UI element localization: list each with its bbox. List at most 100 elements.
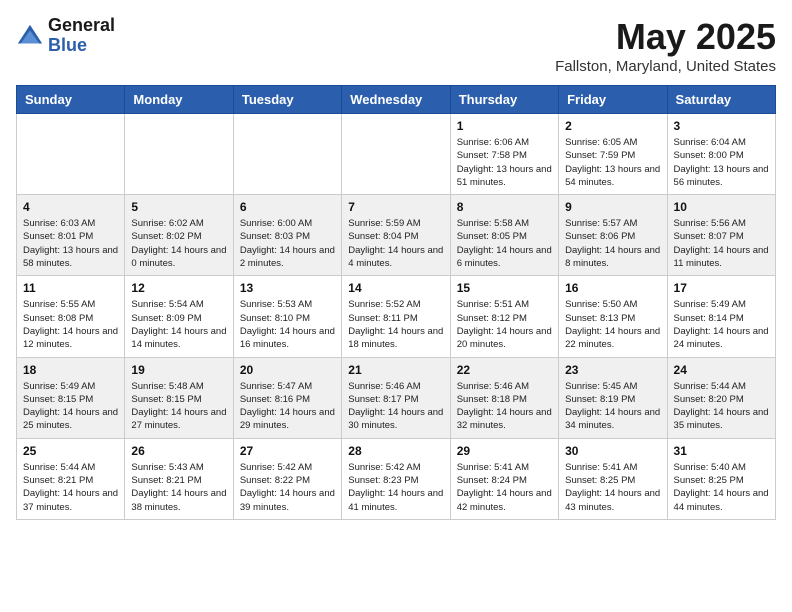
calendar-cell: 28 Sunrise: 5:42 AMSunset: 8:23 PMDayligh… (342, 438, 450, 519)
calendar-cell: 30Sunrise: 5:41 AMSunset: 8:25 PMDayligh… (559, 438, 667, 519)
calendar-cell: 25 Sunrise: 5:44 AMSunset: 8:21 PMDayligh… (17, 438, 125, 519)
location: Fallston, Maryland, United States (555, 58, 776, 75)
day-info: Sunrise: 5:55 AMSunset: 8:08 PMDaylight:… (23, 298, 118, 351)
day-number: 3 (674, 119, 769, 133)
day-number: 13 (240, 281, 335, 295)
day-number: 24 (674, 363, 769, 377)
day-number: 11 (23, 281, 118, 295)
day-number: 19 (131, 363, 226, 377)
day-number: 31 (674, 444, 769, 458)
day-number: 4 (23, 200, 118, 214)
day-info: Sunrise: 5:44 AMSunset: 8:20 PMDaylight:… (674, 380, 769, 433)
calendar-week-row: 4 Sunrise: 6:03 AMSunset: 8:01 PMDaylight… (17, 195, 776, 276)
calendar-cell: 23Sunrise: 5:45 AMSunset: 8:19 PMDayligh… (559, 357, 667, 438)
day-info: Sunrise: 5:42 AMSunset: 8:23 PMDaylight:… (348, 461, 443, 514)
day-info: Sunrise: 6:06 AMSunset: 7:58 PMDaylight:… (457, 136, 552, 189)
calendar-table: SundayMondayTuesdayWednesdayThursdayFrid… (16, 85, 776, 520)
day-header-thursday: Thursday (450, 86, 558, 114)
page-header: General Blue May 2025 Fallston, Maryland… (16, 16, 776, 75)
day-header-tuesday: Tuesday (233, 86, 341, 114)
calendar-cell: 4 Sunrise: 6:03 AMSunset: 8:01 PMDaylight… (17, 195, 125, 276)
day-number: 2 (565, 119, 660, 133)
calendar-cell: 17Sunrise: 5:49 AMSunset: 8:14 PMDayligh… (667, 276, 775, 357)
day-info: Sunrise: 5:59 AMSunset: 8:04 PMDaylight:… (348, 217, 443, 270)
day-info: Sunrise: 5:56 AMSunset: 8:07 PMDaylight:… (674, 217, 769, 270)
calendar-week-row: 25 Sunrise: 5:44 AMSunset: 8:21 PMDayligh… (17, 438, 776, 519)
calendar-cell: 1 Sunrise: 6:06 AMSunset: 7:58 PMDaylight… (450, 114, 558, 195)
calendar-cell: 12 Sunrise: 5:54 AMSunset: 8:09 PMDayligh… (125, 276, 233, 357)
calendar-cell: 2 Sunrise: 6:05 AMSunset: 7:59 PMDaylight… (559, 114, 667, 195)
calendar-cell: 15 Sunrise: 5:51 AMSunset: 8:12 PMDayligh… (450, 276, 558, 357)
day-info: Sunrise: 5:54 AMSunset: 8:09 PMDaylight:… (131, 298, 226, 351)
day-number: 26 (131, 444, 226, 458)
logo-text: General Blue (48, 16, 115, 56)
day-number: 15 (457, 281, 552, 295)
day-number: 28 (348, 444, 443, 458)
day-number: 10 (674, 200, 769, 214)
day-info: Sunrise: 5:52 AMSunset: 8:11 PMDaylight:… (348, 298, 443, 351)
calendar-cell: 9Sunrise: 5:57 AMSunset: 8:06 PMDaylight… (559, 195, 667, 276)
day-info: Sunrise: 5:43 AMSunset: 8:21 PMDaylight:… (131, 461, 226, 514)
calendar-cell: 31Sunrise: 5:40 AMSunset: 8:25 PMDayligh… (667, 438, 775, 519)
calendar-cell: 20 Sunrise: 5:47 AMSunset: 8:16 PMDayligh… (233, 357, 341, 438)
calendar-cell (17, 114, 125, 195)
day-number: 17 (674, 281, 769, 295)
calendar-cell: 22 Sunrise: 5:46 AMSunset: 8:18 PMDayligh… (450, 357, 558, 438)
day-header-saturday: Saturday (667, 86, 775, 114)
day-number: 16 (565, 281, 660, 295)
day-header-sunday: Sunday (17, 86, 125, 114)
day-info: Sunrise: 6:05 AMSunset: 7:59 PMDaylight:… (565, 136, 660, 189)
calendar-cell: 14Sunrise: 5:52 AMSunset: 8:11 PMDayligh… (342, 276, 450, 357)
day-info: Sunrise: 5:42 AMSunset: 8:22 PMDaylight:… (240, 461, 335, 514)
day-number: 6 (240, 200, 335, 214)
calendar-cell: 21Sunrise: 5:46 AMSunset: 8:17 PMDayligh… (342, 357, 450, 438)
day-number: 20 (240, 363, 335, 377)
month-year: May 2025 (555, 16, 776, 58)
calendar-cell: 26 Sunrise: 5:43 AMSunset: 8:21 PMDayligh… (125, 438, 233, 519)
day-header-monday: Monday (125, 86, 233, 114)
day-info: Sunrise: 5:47 AMSunset: 8:16 PMDaylight:… (240, 380, 335, 433)
day-info: Sunrise: 5:50 AMSunset: 8:13 PMDaylight:… (565, 298, 660, 351)
calendar-cell: 7 Sunrise: 5:59 AMSunset: 8:04 PMDaylight… (342, 195, 450, 276)
day-info: Sunrise: 6:03 AMSunset: 8:01 PMDaylight:… (23, 217, 118, 270)
day-number: 25 (23, 444, 118, 458)
day-number: 12 (131, 281, 226, 295)
day-number: 5 (131, 200, 226, 214)
calendar-cell (342, 114, 450, 195)
calendar-cell: 27 Sunrise: 5:42 AMSunset: 8:22 PMDayligh… (233, 438, 341, 519)
calendar-cell: 11 Sunrise: 5:55 AMSunset: 8:08 PMDayligh… (17, 276, 125, 357)
day-number: 7 (348, 200, 443, 214)
day-number: 8 (457, 200, 552, 214)
day-info: Sunrise: 5:53 AMSunset: 8:10 PMDaylight:… (240, 298, 335, 351)
day-info: Sunrise: 5:48 AMSunset: 8:15 PMDaylight:… (131, 380, 226, 433)
logo-blue: Blue (48, 36, 115, 56)
day-number: 29 (457, 444, 552, 458)
day-number: 22 (457, 363, 552, 377)
day-info: Sunrise: 5:41 AMSunset: 8:24 PMDaylight:… (457, 461, 552, 514)
calendar-cell (233, 114, 341, 195)
logo: General Blue (16, 16, 115, 56)
day-info: Sunrise: 5:57 AMSunset: 8:06 PMDaylight:… (565, 217, 660, 270)
calendar-cell: 29 Sunrise: 5:41 AMSunset: 8:24 PMDayligh… (450, 438, 558, 519)
day-header-friday: Friday (559, 86, 667, 114)
calendar-cell: 18 Sunrise: 5:49 AMSunset: 8:15 PMDayligh… (17, 357, 125, 438)
calendar-week-row: 1 Sunrise: 6:06 AMSunset: 7:58 PMDaylight… (17, 114, 776, 195)
day-number: 27 (240, 444, 335, 458)
calendar-header-row: SundayMondayTuesdayWednesdayThursdayFrid… (17, 86, 776, 114)
day-info: Sunrise: 5:49 AMSunset: 8:15 PMDaylight:… (23, 380, 118, 433)
calendar-cell: 3Sunrise: 6:04 AMSunset: 8:00 PMDaylight… (667, 114, 775, 195)
day-number: 30 (565, 444, 660, 458)
day-number: 1 (457, 119, 552, 133)
day-info: Sunrise: 5:46 AMSunset: 8:17 PMDaylight:… (348, 380, 443, 433)
logo-icon (16, 23, 44, 51)
calendar-cell: 8Sunrise: 5:58 AMSunset: 8:05 PMDaylight… (450, 195, 558, 276)
calendar-week-row: 18 Sunrise: 5:49 AMSunset: 8:15 PMDayligh… (17, 357, 776, 438)
day-info: Sunrise: 6:00 AMSunset: 8:03 PMDaylight:… (240, 217, 335, 270)
day-number: 18 (23, 363, 118, 377)
calendar-cell: 5 Sunrise: 6:02 AMSunset: 8:02 PMDaylight… (125, 195, 233, 276)
day-info: Sunrise: 6:02 AMSunset: 8:02 PMDaylight:… (131, 217, 226, 270)
day-info: Sunrise: 5:51 AMSunset: 8:12 PMDaylight:… (457, 298, 552, 351)
day-info: Sunrise: 5:45 AMSunset: 8:19 PMDaylight:… (565, 380, 660, 433)
day-info: Sunrise: 5:46 AMSunset: 8:18 PMDaylight:… (457, 380, 552, 433)
day-info: Sunrise: 5:44 AMSunset: 8:21 PMDaylight:… (23, 461, 118, 514)
